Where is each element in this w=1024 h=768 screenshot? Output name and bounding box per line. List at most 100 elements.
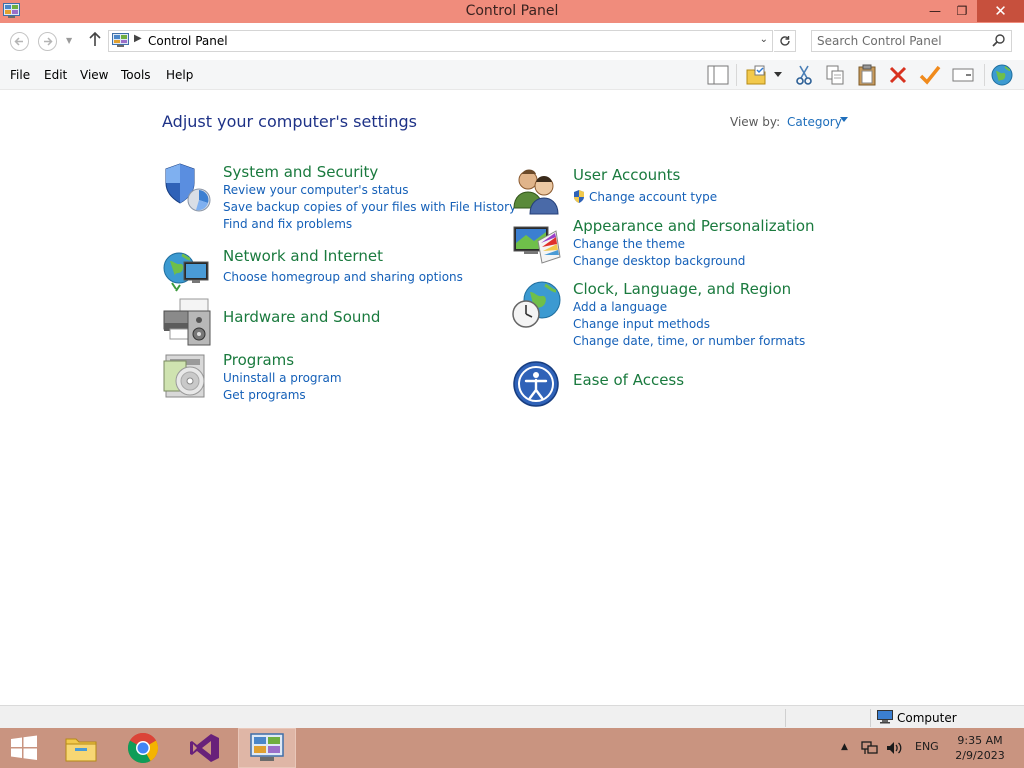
link-homegroup-sharing[interactable]: Choose homegroup and sharing options [223, 270, 463, 284]
uac-shield-icon [574, 190, 584, 203]
category-network-and-internet: Network and Internet Choose homegroup an… [162, 247, 492, 297]
status-bar: Computer [0, 705, 1024, 728]
category-programs: Programs Uninstall a program Get program… [162, 351, 492, 411]
menu-tools[interactable]: Tools [121, 68, 151, 82]
link-get-programs[interactable]: Get programs [223, 388, 306, 402]
users-icon [513, 169, 559, 215]
toolbar-separator [984, 64, 985, 86]
control-panel-icon [250, 733, 284, 761]
language-indicator[interactable]: ENG [915, 740, 939, 753]
breadcrumb[interactable]: Control Panel [148, 34, 228, 48]
copy-icon[interactable] [823, 63, 847, 87]
taskbar-visual-studio[interactable] [177, 728, 233, 768]
back-button[interactable] [10, 32, 29, 51]
category-title[interactable]: User Accounts [573, 166, 680, 184]
programs-icon [163, 354, 205, 398]
menu-view[interactable]: View [80, 68, 108, 82]
status-divider [870, 709, 871, 727]
clock-globe-icon [512, 281, 561, 328]
show-hidden-icons-button[interactable]: ▲ [841, 742, 848, 752]
link-add-language[interactable]: Add a language [573, 300, 667, 314]
paste-icon[interactable] [855, 63, 879, 87]
category-title[interactable]: Appearance and Personalization [573, 217, 815, 235]
toolbar-separator [736, 64, 737, 86]
taskbar: ▲ ENG 9:35 AM 2/9/2023 [0, 728, 1024, 768]
ease-of-access-icon [513, 361, 559, 407]
title-bar: Control Panel — ❐ ✕ [0, 0, 1024, 23]
visual-studio-icon [190, 734, 219, 762]
view-by-label: View by: [730, 115, 781, 129]
category-title[interactable]: Clock, Language, and Region [573, 280, 791, 298]
checkmark-icon[interactable] [918, 63, 942, 87]
control-panel-icon [112, 33, 129, 47]
refresh-icon [779, 36, 790, 46]
minimize-button[interactable]: — [920, 0, 950, 22]
network-globe-icon [163, 252, 209, 292]
window-title: Control Panel [465, 3, 559, 19]
taskbar-control-panel[interactable] [238, 728, 296, 768]
cut-icon[interactable] [792, 63, 816, 87]
computer-icon [877, 710, 893, 724]
monitor-palette-icon [513, 226, 561, 264]
refresh-button[interactable] [774, 30, 796, 52]
file-explorer-icon [65, 738, 97, 762]
link-change-desktop-background[interactable]: Change desktop background [573, 254, 745, 268]
link-review-status[interactable]: Review your computer's status [223, 183, 409, 197]
menu-help[interactable]: Help [166, 68, 193, 82]
link-file-history[interactable]: Save backup copies of your files with Fi… [223, 200, 516, 214]
search-box[interactable] [811, 30, 1012, 52]
category-title[interactable]: Hardware and Sound [223, 308, 380, 326]
menu-edit[interactable]: Edit [44, 68, 67, 82]
shield-icon [165, 163, 211, 212]
category-hardware-and-sound: Hardware and Sound [162, 297, 492, 347]
link-uninstall-program[interactable]: Uninstall a program [223, 371, 342, 385]
category-title[interactable]: Network and Internet [223, 247, 383, 265]
arrow-up-icon [89, 31, 101, 46]
address-bar[interactable]: ▶ Control Panel ⌄ [108, 30, 773, 52]
search-icon[interactable] [992, 33, 1006, 47]
link-change-input-methods[interactable]: Change input methods [573, 317, 710, 331]
category-system-and-security: System and Security Review your computer… [162, 163, 516, 241]
rename-icon[interactable] [951, 63, 975, 87]
search-input[interactable] [817, 33, 987, 49]
link-change-date-time-formats[interactable]: Change date, time, or number formats [573, 334, 805, 348]
clock-date: 2/9/2023 [955, 749, 1005, 762]
network-icon[interactable] [861, 740, 878, 756]
taskbar-file-explorer[interactable] [53, 728, 109, 768]
address-dropdown-icon[interactable]: ⌄ [760, 34, 768, 45]
recent-locations-button[interactable]: ▼ [66, 36, 76, 46]
category-title[interactable]: Ease of Access [573, 371, 684, 389]
category-ease-of-access: Ease of Access [512, 360, 842, 410]
chevron-down-icon[interactable] [840, 117, 848, 122]
up-button[interactable] [87, 31, 103, 51]
volume-icon[interactable] [885, 740, 903, 756]
link-change-account-type[interactable]: Change account type [589, 190, 717, 204]
menu-file[interactable]: File [10, 68, 30, 82]
clock[interactable]: 9:35 AM 2/9/2023 [940, 733, 1020, 763]
folder-properties-icon[interactable] [744, 63, 768, 87]
page-title: Adjust your computer's settings [162, 112, 417, 131]
folder-options-dropdown-icon[interactable] [770, 63, 786, 87]
view-by-dropdown[interactable]: Category [787, 115, 842, 129]
globe-icon[interactable] [990, 63, 1014, 87]
arrow-left-icon [14, 37, 23, 46]
link-change-theme[interactable]: Change the theme [573, 237, 685, 251]
clock-time: 9:35 AM [957, 734, 1003, 747]
chrome-icon [127, 732, 159, 764]
forward-button[interactable] [38, 32, 57, 51]
delete-icon[interactable] [886, 63, 910, 87]
category-clock-language-region: Clock, Language, and Region Add a langua… [512, 280, 842, 352]
start-button[interactable] [0, 728, 48, 768]
address-row: ▼ ▶ Control Panel ⌄ [0, 23, 1024, 60]
category-title[interactable]: Programs [223, 351, 294, 369]
printer-icon [163, 298, 211, 346]
maximize-button[interactable]: ❐ [947, 0, 977, 22]
close-button[interactable]: ✕ [977, 0, 1024, 22]
taskbar-chrome[interactable] [115, 728, 171, 768]
category-title[interactable]: System and Security [223, 163, 378, 181]
breadcrumb-separator-icon: ▶ [134, 33, 142, 44]
category-appearance-and-personalization: Appearance and Personalization Change th… [512, 217, 842, 273]
status-location: Computer [897, 711, 957, 725]
link-find-fix-problems[interactable]: Find and fix problems [223, 217, 352, 231]
layout-icon[interactable] [706, 63, 730, 87]
